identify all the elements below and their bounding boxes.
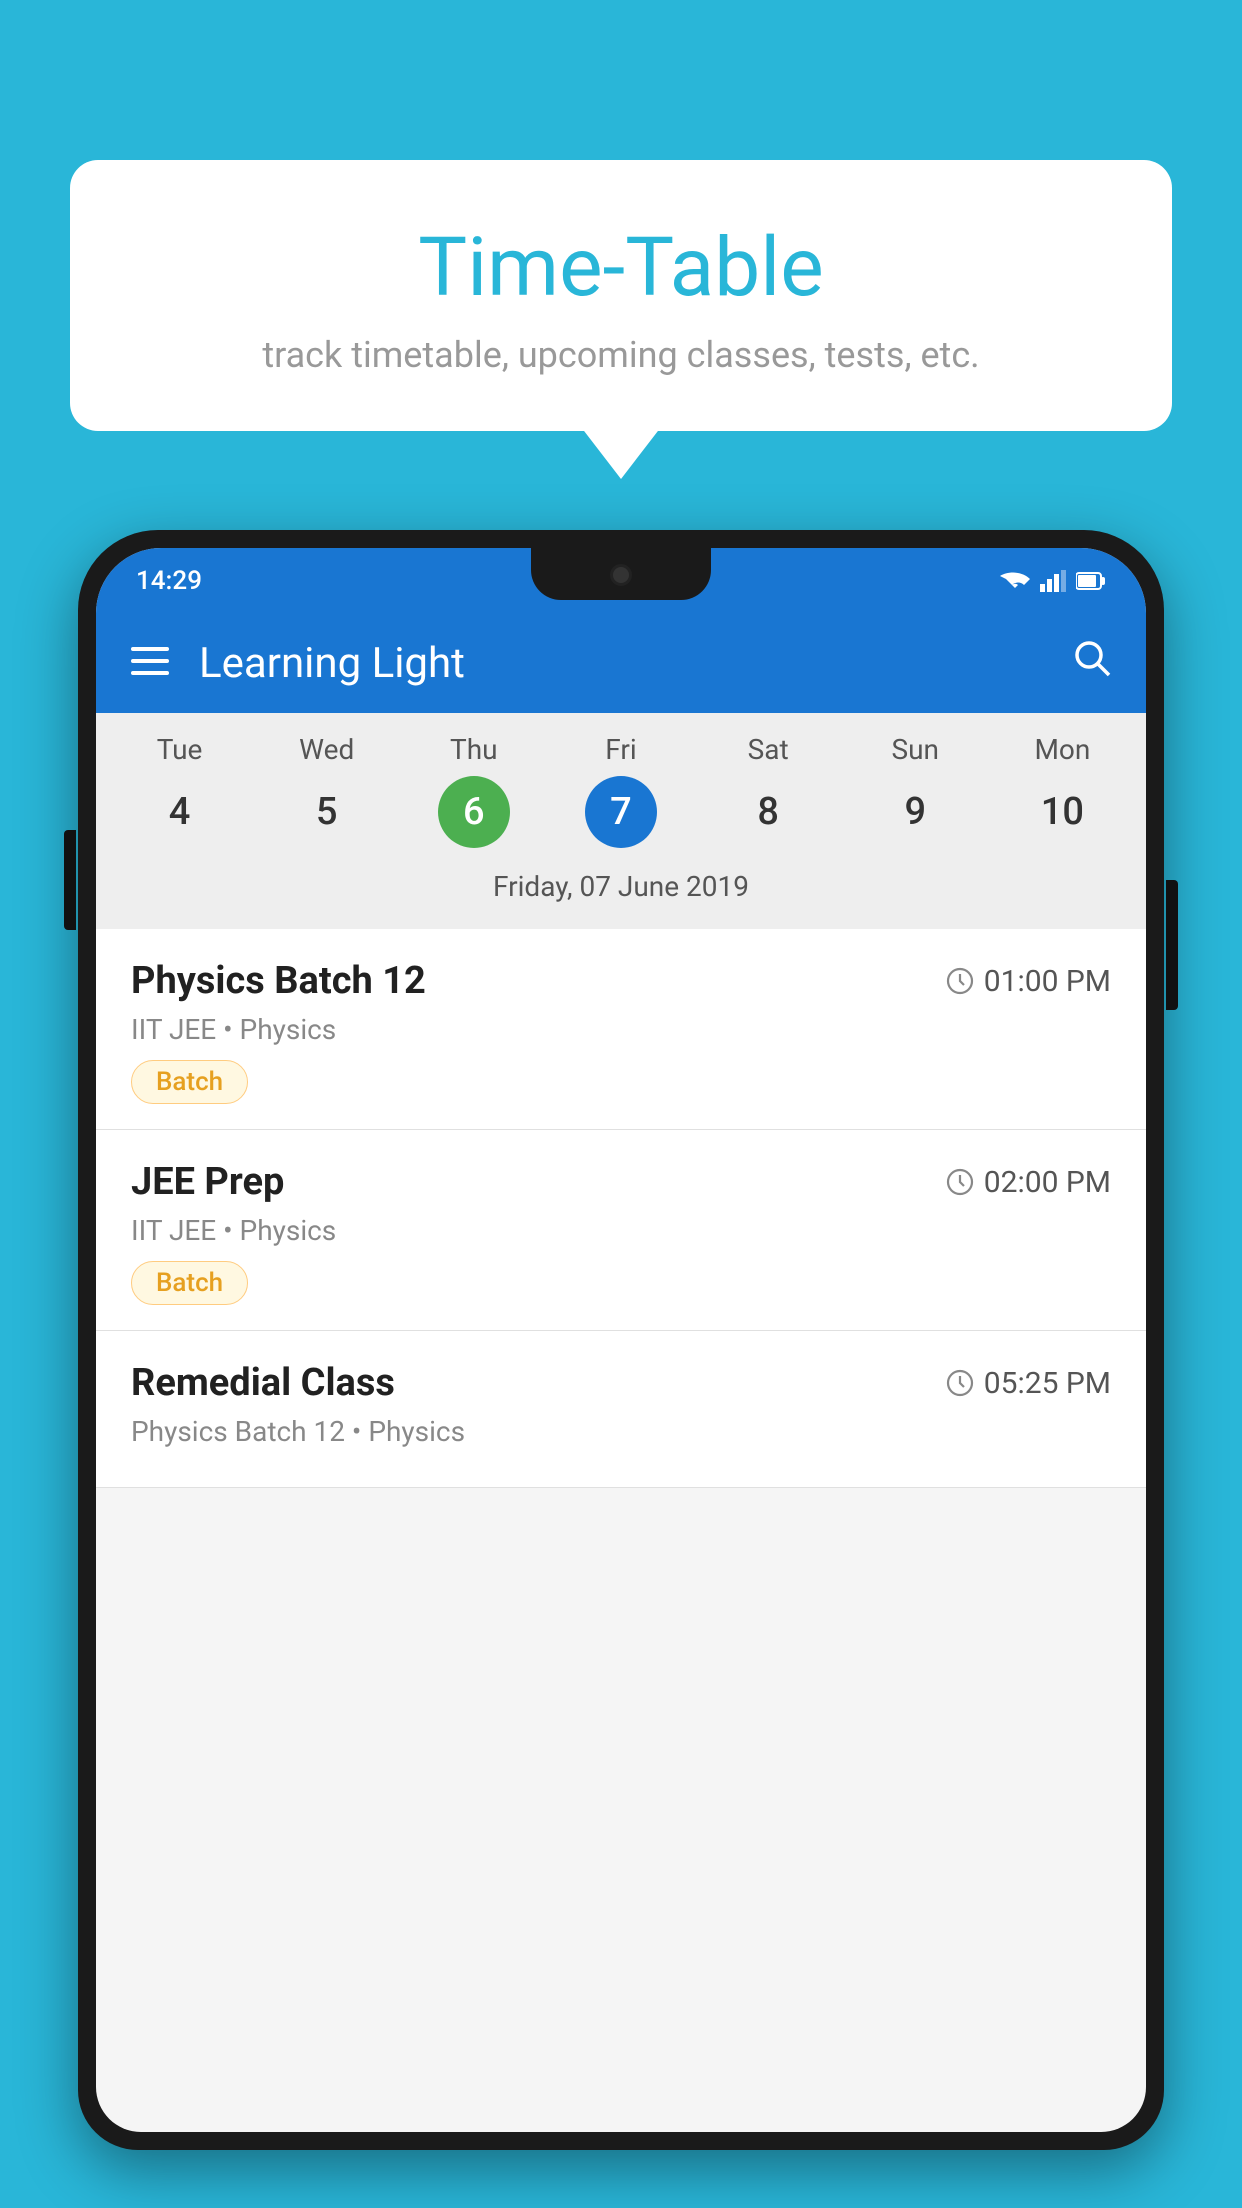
- cal-day-name: Wed: [299, 733, 354, 766]
- bubble-subtitle: track timetable, upcoming classes, tests…: [120, 334, 1122, 376]
- phone-outer: 14:29: [78, 530, 1164, 2150]
- clock-icon: [946, 967, 974, 995]
- clock-icon: [946, 1369, 974, 1397]
- phone-inner: 14:29: [96, 548, 1146, 2132]
- cal-day-number[interactable]: 6: [438, 776, 510, 848]
- schedule-item-time: 05:25 PM: [946, 1366, 1111, 1401]
- schedule-item-2[interactable]: Remedial Class 05:25 PM Physics Batch 12…: [96, 1331, 1146, 1488]
- batch-tag: Batch: [131, 1261, 248, 1305]
- app-bar-title: Learning Light: [199, 639, 1073, 688]
- schedule-item-header: Physics Batch 12 01:00 PM: [131, 959, 1111, 1003]
- schedule-item-header: JEE Prep 02:00 PM: [131, 1160, 1111, 1204]
- schedule-item-time: 01:00 PM: [946, 964, 1111, 999]
- cal-day-name: Tue: [157, 733, 203, 766]
- schedule-item-title: JEE Prep: [131, 1160, 284, 1204]
- phone-mockup: 14:29: [78, 530, 1164, 2208]
- cal-day-name: Mon: [1034, 733, 1090, 766]
- schedule-item-subtitle: IIT JEE • Physics: [131, 1013, 1111, 1046]
- calendar-days-row: Tue 4 Wed 5 Thu 6 Fri 7 Sat 8 Sun 9 Mon 10: [106, 733, 1136, 848]
- schedule-item-subtitle: IIT JEE • Physics: [131, 1214, 1111, 1247]
- cal-day-number[interactable]: 9: [879, 776, 951, 848]
- schedule-item-header: Remedial Class 05:25 PM: [131, 1361, 1111, 1405]
- speech-bubble-container: Time-Table track timetable, upcoming cla…: [70, 160, 1172, 431]
- bubble-title: Time-Table: [120, 220, 1122, 316]
- schedule-item-0[interactable]: Physics Batch 12 01:00 PM IIT JEE • Phys…: [96, 929, 1146, 1130]
- status-time: 14:29: [136, 566, 202, 596]
- calendar-day-6[interactable]: Thu 6: [409, 733, 539, 848]
- app-bar: Learning Light: [96, 613, 1146, 713]
- calendar-day-9[interactable]: Sun 9: [850, 733, 980, 848]
- calendar-section: Tue 4 Wed 5 Thu 6 Fri 7 Sat 8 Sun 9 Mon 10 Friday, 07…: [96, 713, 1146, 929]
- speech-bubble: Time-Table track timetable, upcoming cla…: [70, 160, 1172, 431]
- cal-day-name: Thu: [450, 733, 498, 766]
- battery-icon: [1076, 571, 1106, 591]
- schedule-item-title: Remedial Class: [131, 1361, 395, 1405]
- schedule-item-1[interactable]: JEE Prep 02:00 PM IIT JEE • Physics Batc…: [96, 1130, 1146, 1331]
- clock-icon: [946, 1168, 974, 1196]
- calendar-day-7[interactable]: Fri 7: [556, 733, 686, 848]
- selected-date-label: Friday, 07 June 2019: [106, 860, 1136, 919]
- calendar-day-5[interactable]: Wed 5: [262, 733, 392, 848]
- menu-icon[interactable]: [131, 644, 169, 682]
- wifi-icon: [1000, 570, 1030, 592]
- schedule-item-title: Physics Batch 12: [131, 959, 426, 1003]
- search-icon[interactable]: [1073, 639, 1111, 687]
- status-bar: 14:29: [96, 548, 1146, 613]
- cal-day-number[interactable]: 7: [585, 776, 657, 848]
- camera-notch: [610, 564, 632, 586]
- signal-icon: [1040, 570, 1066, 592]
- cal-day-name: Sat: [748, 733, 789, 766]
- schedule-list: Physics Batch 12 01:00 PM IIT JEE • Phys…: [96, 929, 1146, 1488]
- cal-day-number[interactable]: 10: [1026, 776, 1098, 848]
- calendar-day-8[interactable]: Sat 8: [703, 733, 833, 848]
- schedule-item-time: 02:00 PM: [946, 1165, 1111, 1200]
- calendar-day-4[interactable]: Tue 4: [115, 733, 245, 848]
- calendar-day-10[interactable]: Mon 10: [997, 733, 1127, 848]
- status-icons: [1000, 570, 1106, 592]
- cal-day-number[interactable]: 4: [144, 776, 216, 848]
- schedule-item-subtitle: Physics Batch 12 • Physics: [131, 1415, 1111, 1448]
- cal-day-name: Fri: [605, 733, 636, 766]
- cal-day-number[interactable]: 8: [732, 776, 804, 848]
- batch-tag: Batch: [131, 1060, 248, 1104]
- cal-day-name: Sun: [892, 733, 940, 766]
- cal-day-number[interactable]: 5: [291, 776, 363, 848]
